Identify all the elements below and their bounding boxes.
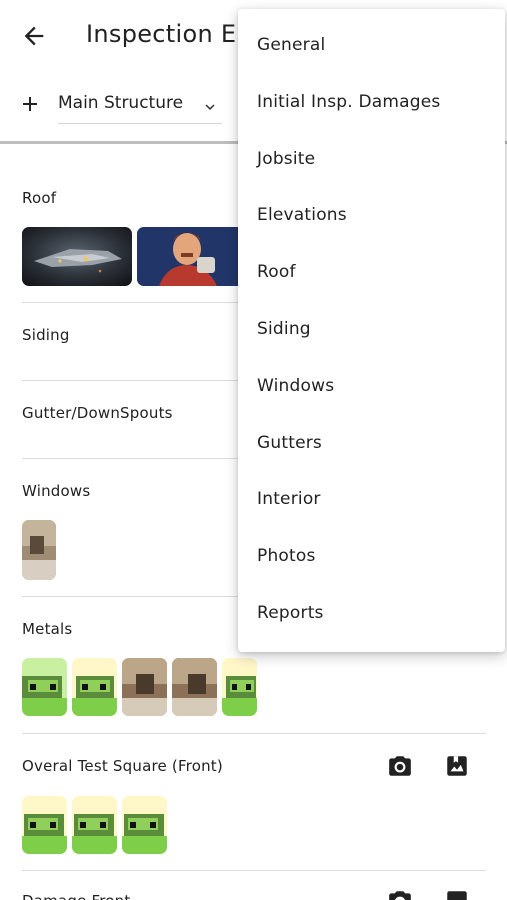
overal-photo-3[interactable] bbox=[122, 796, 167, 854]
menu-item-general[interactable]: General bbox=[238, 19, 505, 75]
menu-item-label: Siding bbox=[257, 319, 311, 339]
windows-photo-1[interactable] bbox=[22, 520, 56, 580]
menu-item-label: General bbox=[257, 35, 326, 55]
navigation-menu: General Initial Insp. Damages Jobsite El… bbox=[238, 9, 505, 652]
menu-item-elevations[interactable]: Elevations bbox=[238, 189, 505, 245]
menu-item-label: Windows bbox=[257, 376, 335, 396]
metals-photo-5[interactable] bbox=[222, 658, 257, 716]
menu-item-label: Elevations bbox=[257, 205, 347, 225]
page-title: Inspection E bbox=[86, 20, 237, 48]
section-divider bbox=[22, 870, 486, 871]
photo-library-icon[interactable] bbox=[444, 888, 470, 900]
menu-item-label: Gutters bbox=[257, 433, 322, 453]
menu-item-gutters[interactable]: Gutters bbox=[238, 417, 505, 473]
camera-icon[interactable] bbox=[387, 888, 413, 900]
menu-item-reports[interactable]: Reports bbox=[238, 587, 505, 643]
metals-photo-1[interactable] bbox=[22, 658, 67, 716]
roof-photo-2[interactable] bbox=[137, 227, 247, 286]
menu-item-label: Interior bbox=[257, 489, 321, 509]
overal-photo-2[interactable] bbox=[72, 796, 117, 854]
structure-label: Main Structure bbox=[58, 93, 184, 113]
camera-icon[interactable] bbox=[387, 753, 413, 779]
section-title-windows: Windows bbox=[22, 482, 91, 500]
back-arrow-icon[interactable] bbox=[20, 22, 48, 50]
section-title-overal-test-square: Overal Test Square (Front) bbox=[22, 757, 223, 775]
menu-item-photos[interactable]: Photos bbox=[238, 530, 505, 586]
section-title-metals: Metals bbox=[22, 620, 73, 638]
menu-item-label: Roof bbox=[257, 262, 296, 282]
metals-photo-4[interactable] bbox=[172, 658, 217, 716]
add-icon[interactable] bbox=[18, 92, 42, 116]
metals-photo-2[interactable] bbox=[72, 658, 117, 716]
menu-item-label: Jobsite bbox=[257, 149, 316, 169]
menu-item-interior[interactable]: Interior bbox=[238, 473, 505, 529]
photo-library-icon[interactable] bbox=[444, 753, 470, 779]
structure-dropdown[interactable]: Main Structure bbox=[58, 90, 222, 124]
section-divider bbox=[22, 733, 486, 734]
section-title-gutter: Gutter/DownSpouts bbox=[22, 404, 173, 422]
menu-item-label: Initial Insp. Damages bbox=[257, 92, 441, 112]
roof-photo-1[interactable] bbox=[22, 227, 132, 286]
menu-item-jobsite[interactable]: Jobsite bbox=[238, 133, 505, 189]
menu-item-label: Photos bbox=[257, 546, 316, 566]
section-title-roof: Roof bbox=[22, 189, 57, 207]
menu-item-windows[interactable]: Windows bbox=[238, 360, 505, 416]
menu-item-siding[interactable]: Siding bbox=[238, 303, 505, 359]
metals-photo-3[interactable] bbox=[122, 658, 167, 716]
menu-item-label: Reports bbox=[257, 603, 324, 623]
menu-item-roof[interactable]: Roof bbox=[238, 246, 505, 302]
overal-photo-1[interactable] bbox=[22, 796, 67, 854]
chevron-down-icon bbox=[205, 104, 215, 110]
section-title-siding: Siding bbox=[22, 326, 70, 344]
section-title-damage-front: Damage Front bbox=[22, 892, 130, 900]
menu-item-initial-insp-damages[interactable]: Initial Insp. Damages bbox=[238, 76, 505, 132]
